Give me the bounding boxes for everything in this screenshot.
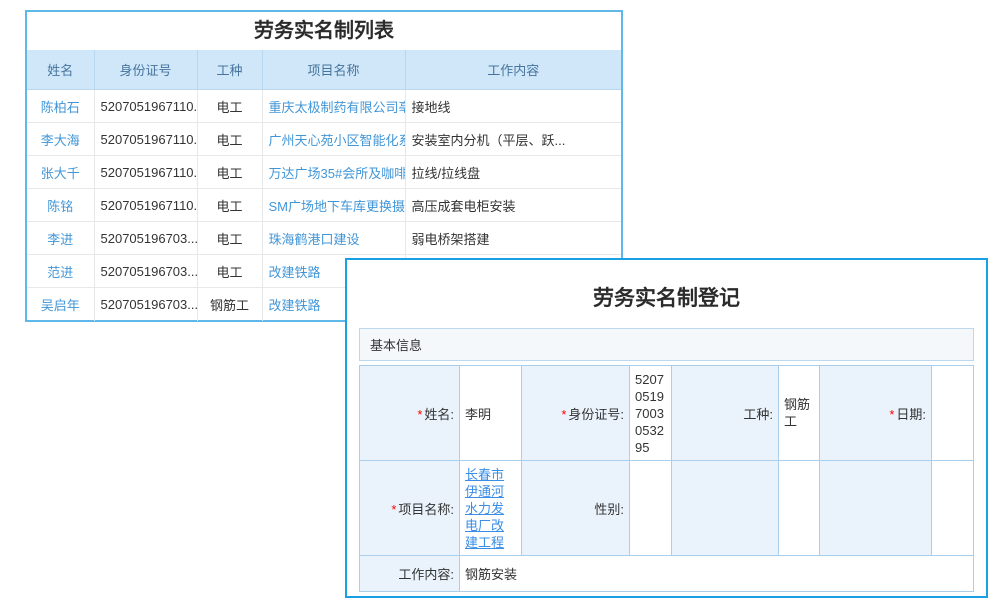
- table-row: 李进 520705196703... 电工 珠海鹤港口建设 弱电桥架搭建: [27, 222, 621, 255]
- date-field[interactable]: [932, 366, 974, 461]
- trade-cell: 电工: [197, 222, 262, 255]
- form-row-3: 工作内容: 钢筋安装: [360, 556, 974, 592]
- col-header-name: 姓名: [27, 50, 94, 90]
- worker-name-link[interactable]: 陈铭: [27, 189, 94, 222]
- project-name-link[interactable]: 长春市伊通河水力发电厂改建工程: [465, 466, 507, 551]
- gender-label: 性别:: [522, 461, 630, 556]
- project-name-link[interactable]: SM广场地下车库更换摄...: [262, 189, 405, 222]
- form-row-1: *姓名: 李明 *身份证号: 520705197003053295 工种: 钢筋…: [360, 366, 974, 461]
- date-label: *日期:: [820, 366, 932, 461]
- project-name-link[interactable]: 珠海鹤港口建设: [262, 222, 405, 255]
- worker-name-link[interactable]: 张大千: [27, 156, 94, 189]
- worker-name-link[interactable]: 陈柏石: [27, 90, 94, 123]
- section-header-basic-info: 基本信息: [359, 328, 974, 361]
- project-name-link[interactable]: 万达广场35#会所及咖啡...: [262, 156, 405, 189]
- id-number-cell: 5207051967110...: [94, 156, 197, 189]
- table-row: 陈铭 5207051967110... 电工 SM广场地下车库更换摄... 高压…: [27, 189, 621, 222]
- work-content-cell: 拉线/拉线盘: [405, 156, 621, 189]
- worker-name-link[interactable]: 范进: [27, 255, 94, 288]
- empty-label-cell: [672, 461, 779, 556]
- col-header-work-content: 工作内容: [405, 50, 621, 90]
- labor-registration-panel: 劳务实名制登记 基本信息 *姓名: 李明 *身份证号: 520705197003…: [345, 258, 988, 598]
- id-number-cell: 5207051967110...: [94, 90, 197, 123]
- id-number-cell: 5207051967110...: [94, 189, 197, 222]
- screen: 劳务实名制列表 姓名 身份证号 工种 项目名称 工作内容 陈柏石 52070: [0, 0, 1000, 600]
- project-field[interactable]: 长春市伊通河水力发电厂改建工程: [460, 461, 522, 556]
- empty-label-cell: [820, 461, 932, 556]
- empty-value-cell: [779, 461, 820, 556]
- empty-value-cell: [932, 461, 974, 556]
- work-content-label: 工作内容:: [360, 556, 460, 592]
- worker-name-link[interactable]: 吴启年: [27, 288, 94, 321]
- col-header-id-number: 身份证号: [94, 50, 197, 90]
- list-header-row: 姓名 身份证号 工种 项目名称 工作内容: [27, 50, 621, 90]
- form-row-2: *项目名称: 长春市伊通河水力发电厂改建工程 性别:: [360, 461, 974, 556]
- required-asterisk: *: [417, 407, 422, 422]
- table-row: 陈柏石 5207051967110... 电工 重庆太极制药有限公司亳... 接…: [27, 90, 621, 123]
- id-number-cell: 520705196703...: [94, 222, 197, 255]
- name-field[interactable]: 李明: [460, 366, 522, 461]
- worker-name-link[interactable]: 李大海: [27, 123, 94, 156]
- list-title: 劳务实名制列表: [27, 12, 621, 50]
- registration-form-table: *姓名: 李明 *身份证号: 520705197003053295 工种: 钢筋…: [359, 365, 974, 592]
- work-content-field[interactable]: 钢筋安装: [460, 556, 974, 592]
- trade-cell: 钢筋工: [197, 288, 262, 321]
- id-number-cell: 520705196703...: [94, 255, 197, 288]
- project-name-link[interactable]: 广州天心苑小区智能化系...: [262, 123, 405, 156]
- work-content-cell: 安装室内分机（平层、跃...: [405, 123, 621, 156]
- required-asterisk: *: [889, 407, 894, 422]
- form-title: 劳务实名制登记: [347, 260, 986, 328]
- required-asterisk: *: [561, 407, 566, 422]
- id-number-label: *身份证号:: [522, 366, 630, 461]
- project-name-link[interactable]: 重庆太极制药有限公司亳...: [262, 90, 405, 123]
- gender-field[interactable]: [630, 461, 672, 556]
- table-row: 张大千 5207051967110... 电工 万达广场35#会所及咖啡... …: [27, 156, 621, 189]
- id-number-cell: 520705196703...: [94, 288, 197, 321]
- work-content-cell: 弱电桥架搭建: [405, 222, 621, 255]
- trade-cell: 电工: [197, 156, 262, 189]
- trade-label: 工种:: [672, 366, 779, 461]
- required-asterisk: *: [391, 502, 396, 517]
- trade-field[interactable]: 钢筋工: [779, 366, 820, 461]
- col-header-project: 项目名称: [262, 50, 405, 90]
- trade-cell: 电工: [197, 189, 262, 222]
- trade-cell: 电工: [197, 90, 262, 123]
- work-content-cell: 接地线: [405, 90, 621, 123]
- table-row: 李大海 5207051967110... 电工 广州天心苑小区智能化系... 安…: [27, 123, 621, 156]
- work-content-cell: 高压成套电柜安装: [405, 189, 621, 222]
- name-label: *姓名:: [360, 366, 460, 461]
- id-number-field[interactable]: 520705197003053295: [630, 366, 672, 461]
- id-number-cell: 5207051967110...: [94, 123, 197, 156]
- col-header-trade: 工种: [197, 50, 262, 90]
- trade-cell: 电工: [197, 255, 262, 288]
- project-label: *项目名称:: [360, 461, 460, 556]
- trade-cell: 电工: [197, 123, 262, 156]
- worker-name-link[interactable]: 李进: [27, 222, 94, 255]
